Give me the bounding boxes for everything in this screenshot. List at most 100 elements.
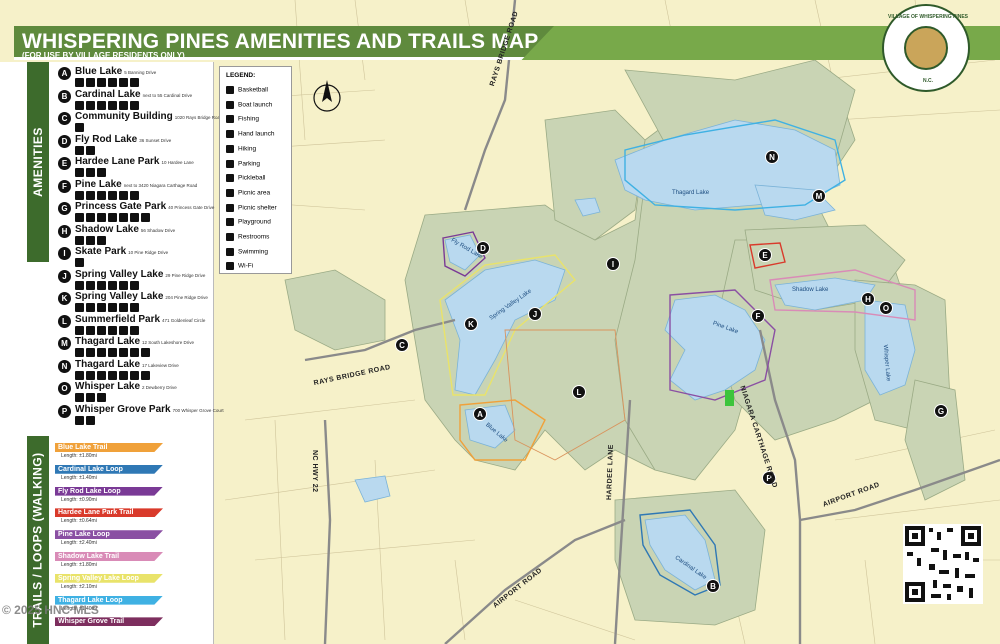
- amenity-feature-icon: [119, 213, 128, 222]
- pin-I[interactable]: I: [606, 257, 620, 271]
- amenity-item[interactable]: H Shadow Lake 56 Shadow Drive: [58, 224, 210, 246]
- amenity-item[interactable]: C Community Building 1020 Rays Bridge Road: [58, 111, 223, 133]
- amenity-feature-icon: [108, 325, 117, 335]
- amenity-letter-badge: F: [58, 179, 71, 193]
- amenity-name: Community Building 1020 Rays Bridge Road: [75, 111, 223, 122]
- amenity-item[interactable]: N Thagard Lake 17 Lakeview Drive: [58, 359, 210, 381]
- amenity-item[interactable]: E Hardee Lane Park 10 Hardee Lane: [58, 156, 210, 178]
- legend-item: Picnic shelter: [226, 203, 277, 212]
- pin-M[interactable]: M: [812, 189, 826, 203]
- amenity-letter-badge: A: [58, 67, 71, 80]
- amenity-letter-badge: B: [58, 89, 71, 103]
- amenity-item[interactable]: J Spring Valley Lake 29 Pine Ridge Drive: [58, 269, 210, 291]
- amenity-name-text: Whisper Lake: [75, 381, 141, 392]
- amenity-feature-icon: [108, 190, 117, 200]
- amenity-name-text: Summerfield Park: [75, 313, 161, 325]
- legend-item-label: Pickleball: [238, 174, 266, 182]
- amenity-name-text: Skate Park: [75, 246, 127, 257]
- amenity-feature-icon: [108, 303, 117, 312]
- amenity-icons: [75, 123, 84, 132]
- pin-L[interactable]: L: [572, 385, 586, 399]
- legend-symbol-icon: [226, 247, 234, 256]
- qr-code[interactable]: [903, 524, 983, 604]
- legend-item-label: Picnic area: [238, 189, 271, 197]
- trail-item[interactable]: Blue Lake Trail Length: ±1.80mi: [55, 443, 163, 463]
- trail-item[interactable]: Spring Valley Lake Loop Length: ±2.10mi: [55, 573, 163, 594]
- legend-symbol-icon: [226, 233, 234, 241]
- amenity-name: Whisper Lake 2 Dewberry Drive: [75, 381, 177, 392]
- amenity-feature-icon: [75, 258, 84, 267]
- amenity-feature-icon: [130, 213, 139, 222]
- amenity-feature-icon: [130, 190, 139, 200]
- amenity-item[interactable]: D Fly Rod Lake 36 Sunset Drive: [58, 134, 210, 156]
- amenity-feature-icon: [86, 145, 95, 155]
- trail-item[interactable]: Whisper Grove Trail: [55, 617, 163, 637]
- amenity-address: 12 South Lakeshore Drive: [142, 340, 195, 345]
- amenity-feature-icon: [86, 100, 95, 110]
- amenity-item[interactable]: I Skate Park 10 Pine Ridge Drive: [58, 246, 210, 268]
- amenity-feature-icon: [75, 325, 84, 335]
- legend-item: Basketball: [226, 86, 268, 94]
- amenity-name-text: Hardee Lane Park: [75, 156, 160, 167]
- legend-symbol-icon: [226, 115, 234, 124]
- amenity-icons: [75, 145, 95, 155]
- trail-item[interactable]: Fly Rod Lake Loop Length: ±0.90mi: [55, 486, 163, 507]
- amenity-icons: [75, 213, 150, 222]
- legend-item-label: Basketball: [238, 86, 268, 94]
- legend-symbol-icon: [226, 218, 234, 227]
- legend-item: Picnic area: [226, 188, 271, 197]
- legend-item: Parking: [226, 159, 260, 168]
- amenity-feature-icon: [130, 78, 139, 87]
- amenity-letter-badge: I: [58, 247, 71, 260]
- amenity-name: Thagard Lake 12 South Lakeshore Drive: [75, 336, 194, 347]
- legend-item-label: Wi-Fi: [238, 263, 254, 271]
- pin-F[interactable]: F: [751, 309, 765, 323]
- pin-G[interactable]: G: [934, 404, 948, 418]
- pin-O[interactable]: O: [879, 301, 893, 315]
- legend-item: Restrooms: [226, 233, 269, 241]
- trail-item[interactable]: Hardee Lane Park Trail Length: ±0.64mi: [55, 508, 163, 528]
- amenity-feature-icon: [108, 348, 117, 357]
- amenity-item[interactable]: K Spring Valley Lake 204 Pine Ridge Drive: [58, 291, 210, 313]
- amenity-item[interactable]: B Cardinal Lake next to 55 Cardinal Drive: [58, 89, 210, 111]
- amenities-tab-label: AMENITIES: [31, 127, 45, 197]
- pin-N[interactable]: N: [765, 150, 779, 164]
- amenity-item[interactable]: G Princess Gate Park 40 Princess Gate Driv…: [58, 201, 214, 223]
- amenity-feature-icon: [86, 303, 95, 312]
- amenity-address: 36 Sunset Drive: [139, 137, 172, 143]
- pin-B[interactable]: B: [706, 579, 720, 593]
- amenity-item[interactable]: O Whisper Lake 2 Dewberry Drive: [58, 381, 210, 403]
- pin-K[interactable]: K: [464, 317, 478, 331]
- amenity-name: Skate Park 10 Pine Ridge Drive: [75, 246, 168, 257]
- amenity-item[interactable]: L Summerfield Park 471 Goldenleaf Circle: [58, 314, 210, 336]
- village-seal: VILLAGE OF WHISPERING PINES N.C.: [882, 4, 970, 92]
- trail-item[interactable]: Pine Lake Loop Length: ±2.40mi: [55, 530, 163, 550]
- legend-symbol-icon: [226, 144, 234, 153]
- amenity-feature-icon: [141, 370, 150, 380]
- amenity-feature-icon: [130, 348, 139, 357]
- amenity-name-text: Blue Lake: [75, 66, 123, 77]
- amenity-name-text: Thagard Lake: [75, 358, 141, 370]
- amenity-address: 700 Whisper Grove Court: [172, 407, 224, 413]
- amenity-address: 10 Hardee Lane: [161, 160, 194, 165]
- trail-item[interactable]: Shadow Lake Trail Length: ±1.80mi: [55, 552, 163, 572]
- amenity-feature-icon: [75, 190, 84, 200]
- amenity-name-text: Cardinal Lake: [75, 88, 141, 100]
- amenity-feature-icon: [75, 100, 84, 110]
- amenity-item[interactable]: M Thagard Lake 12 South Lakeshore Drive: [58, 336, 210, 358]
- trail-item[interactable]: Cardinal Lake Loop Length: ±1.40mi: [55, 464, 163, 485]
- amenity-feature-icon: [141, 348, 150, 357]
- legend-item: Pickleball: [226, 174, 266, 183]
- amenity-item[interactable]: F Pine Lake next to 3420 Niagara Carthage …: [58, 179, 210, 201]
- trail-name: Hardee Lane Park Trail: [58, 509, 134, 517]
- amenity-icons: [75, 280, 139, 290]
- pin-E[interactable]: E: [758, 248, 772, 262]
- pin-J[interactable]: J: [528, 307, 542, 321]
- pin-C[interactable]: C: [395, 338, 409, 352]
- amenity-item[interactable]: A Blue Lake 5 Banning Drive: [58, 66, 210, 88]
- amenity-item[interactable]: P Whisper Grove Park 700 Whisper Grove Cou…: [58, 404, 224, 426]
- pin-H[interactable]: H: [861, 292, 875, 306]
- trail-name: Whisper Grove Trail: [58, 618, 125, 626]
- pin-A[interactable]: A: [473, 407, 487, 421]
- trail-length: Length: ±2.40mi: [61, 540, 97, 547]
